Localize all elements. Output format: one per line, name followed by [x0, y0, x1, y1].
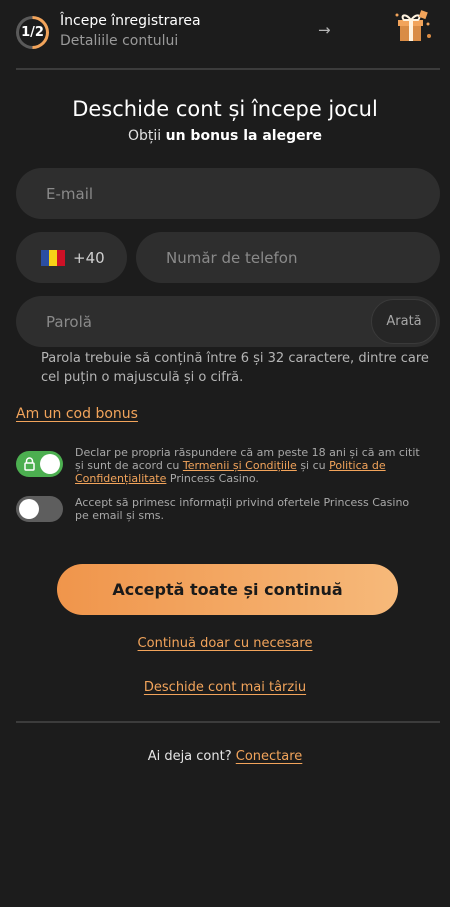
country-code: +40 — [73, 248, 105, 267]
flag-stripe-blue — [41, 249, 49, 266]
login-question: Ai deja cont? — [147, 749, 232, 764]
accept-all-button[interactable]: Acceptă toate și continuă — [57, 564, 398, 615]
toggle-knob — [40, 454, 60, 474]
register-later-link[interactable]: Deschide cont mai târziu — [144, 680, 306, 695]
romania-flag-icon — [41, 249, 65, 266]
flag-stripe-red — [57, 249, 65, 266]
registration-page: 1/2 Începe înregistrarea Detaliile contu… — [0, 0, 450, 907]
marketing-consent-text: Accept să primesc informații privind ofe… — [75, 496, 410, 522]
terms-link[interactable]: Termenii și Condițiile — [183, 459, 297, 472]
consent-text-after: Princess Casino. — [166, 472, 259, 485]
step-progress-ring: 1/2 — [16, 16, 49, 49]
login-prompt: Ai deja cont? Conectare — [0, 749, 450, 764]
bonus-code-link[interactable]: Am un cod bonus — [16, 406, 138, 422]
necessary-only-wrapper: Continuă doar cu necesare — [0, 636, 450, 651]
flag-stripe-yellow — [49, 249, 57, 266]
header-divider — [16, 68, 440, 70]
gift-icon[interactable] — [394, 9, 432, 43]
header-subtitle: Detaliile contului — [60, 33, 179, 49]
arrow-right-icon: → — [318, 21, 331, 39]
step-counter: 1/2 — [19, 19, 46, 46]
login-link[interactable]: Conectare — [236, 749, 303, 764]
password-hint: Parola trebuie să conțină între 6 și 32 … — [41, 351, 429, 385]
show-password-button[interactable]: Arată — [371, 299, 437, 344]
age-terms-toggle[interactable] — [16, 451, 63, 477]
lock-icon — [24, 457, 35, 471]
page-subtitle: Obții un bonus la alegere — [0, 128, 450, 144]
page-title: Deschide cont și începe jocul — [72, 97, 378, 121]
header-title: Începe înregistrarea — [60, 13, 201, 29]
subtitle-prefix: Obții — [127, 128, 162, 144]
age-terms-consent-text: Declar pe propria răspundere că am peste… — [75, 446, 425, 485]
later-wrapper: Deschide cont mai târziu — [0, 680, 450, 695]
password-field-wrapper: Arată — [16, 296, 440, 347]
country-code-select[interactable]: +40 — [16, 232, 127, 283]
toggle-knob — [19, 499, 39, 519]
subtitle-bonus: un bonus la alegere — [165, 128, 322, 144]
email-field-wrapper — [16, 168, 440, 219]
registration-header: 1/2 Începe înregistrarea Detaliile contu… — [0, 0, 450, 69]
phone-field-wrapper — [136, 232, 440, 283]
footer-divider — [16, 721, 440, 723]
marketing-toggle[interactable] — [16, 496, 63, 522]
email-field[interactable] — [16, 168, 440, 219]
consent-text-mid: și cu — [296, 459, 330, 472]
phone-field[interactable] — [136, 232, 440, 283]
necessary-only-link[interactable]: Continuă doar cu necesare — [138, 636, 313, 651]
